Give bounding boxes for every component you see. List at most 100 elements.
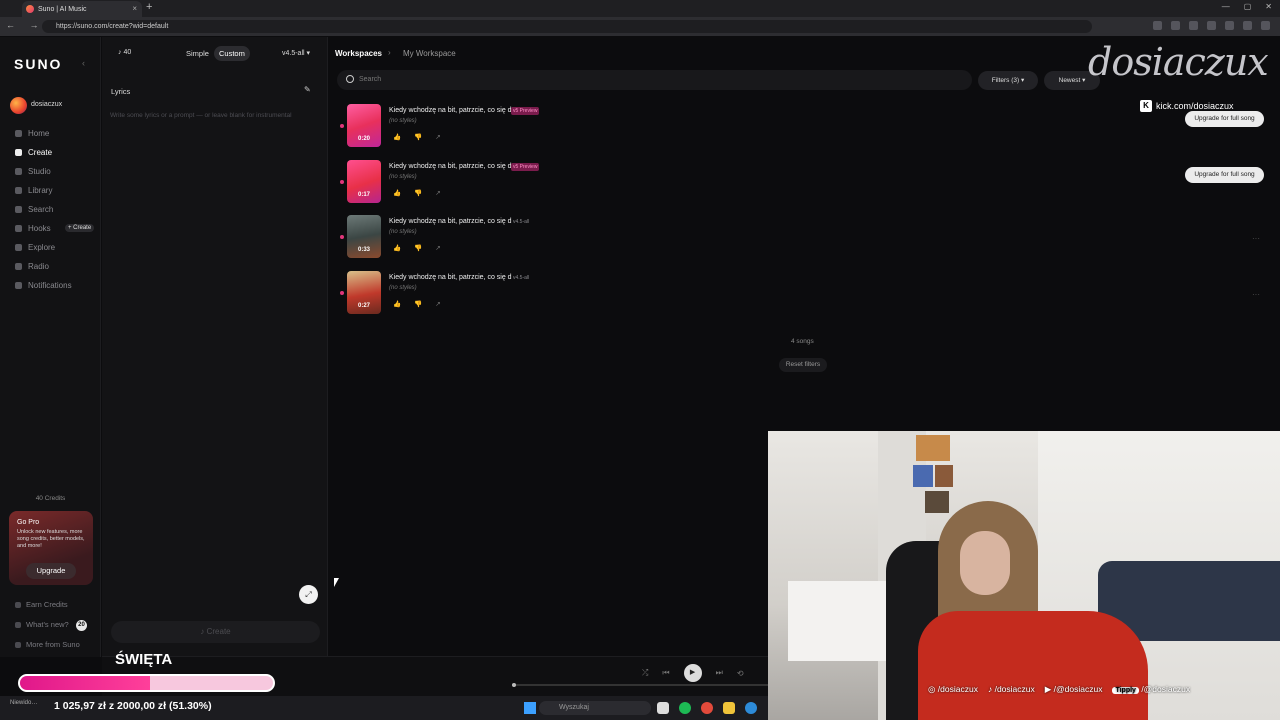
- search-bar[interactable]: Search: [337, 70, 972, 90]
- song-title[interactable]: Kiedy wchodzę na bit, patrzcie, co się d: [389, 274, 512, 281]
- breadcrumb-workspaces[interactable]: Workspaces: [335, 49, 382, 58]
- maximize-icon[interactable]: ▢: [1244, 2, 1252, 11]
- sidebar-item-label: Hooks: [28, 224, 51, 233]
- song-title[interactable]: Kiedy wchodzę na bit, patrzcie, co się d: [389, 107, 512, 114]
- song-row[interactable]: 0:27 Kiedy wchodzę na bit, patrzcie, co …: [340, 271, 1270, 319]
- upgrade-full-song-button[interactable]: Upgrade for full song: [1185, 111, 1264, 127]
- sidebar-item-hooks[interactable]: Hooks: [15, 224, 51, 233]
- whats-new-link[interactable]: What's new?: [15, 620, 69, 629]
- more-options-icon[interactable]: ···: [1252, 290, 1260, 299]
- extension-icon[interactable]: [1171, 21, 1180, 30]
- new-indicator: [340, 235, 344, 239]
- avatar[interactable]: [10, 97, 27, 114]
- song-row[interactable]: 0:17 Kiedy wchodzę na bit, patrzcie, co …: [340, 160, 1270, 208]
- spotify-icon[interactable]: [679, 702, 691, 714]
- extension-icon[interactable]: [1225, 21, 1234, 30]
- new-tab-button[interactable]: +: [146, 1, 152, 13]
- seek-bar[interactable]: [512, 683, 768, 687]
- thumbs-up-icon[interactable]: 👍: [393, 133, 401, 141]
- taskbar-search[interactable]: Wyszukaj: [539, 701, 651, 715]
- reset-filters-button[interactable]: Reset filters: [779, 358, 827, 372]
- sidebar-item-explore[interactable]: Explore: [15, 243, 55, 252]
- mode-custom-tab[interactable]: Custom: [214, 46, 250, 61]
- upgrade-full-song-button[interactable]: Upgrade for full song: [1185, 167, 1264, 183]
- webcam-background: [788, 581, 898, 661]
- lyrics-input[interactable]: Write some lyrics or a prompt — or leave…: [110, 112, 292, 119]
- shuffle-icon[interactable]: ⤮: [642, 668, 648, 678]
- suno-logo[interactable]: SUNO: [14, 56, 62, 72]
- share-icon[interactable]: ↗: [435, 133, 440, 141]
- sidebar-item-notifications[interactable]: Notifications: [15, 281, 72, 290]
- filters-button[interactable]: Filters (3) ▾: [978, 71, 1038, 90]
- webcam-background: [918, 611, 1148, 720]
- extension-icon[interactable]: [1189, 21, 1198, 30]
- thumbs-down-icon[interactable]: 👎: [414, 244, 422, 252]
- next-icon[interactable]: ⏭: [716, 668, 723, 678]
- song-row[interactable]: 0:20 Kiedy wchodzę na bit, patrzcie, co …: [340, 104, 1270, 152]
- seek-handle[interactable]: [512, 683, 516, 687]
- folder-icon[interactable]: [723, 702, 735, 714]
- sidebar-item-create[interactable]: Create: [15, 148, 52, 157]
- explore-icon: [15, 244, 22, 251]
- song-title[interactable]: Kiedy wchodzę na bit, patrzcie, co się d: [389, 163, 512, 170]
- go-pro-title: Go Pro: [17, 519, 40, 526]
- address-bar[interactable]: https://suno.com/create?wid=default: [42, 20, 1092, 33]
- sidebar-item-label: Search: [28, 205, 54, 214]
- kick-link: Kkick.com/dosiaczux: [1140, 100, 1234, 112]
- weather-widget[interactable]: Niewido…: [10, 700, 37, 706]
- sidebar-item-search[interactable]: Search: [15, 205, 53, 214]
- thumbs-down-icon[interactable]: 👎: [414, 300, 422, 308]
- profile-icon[interactable]: [1261, 21, 1270, 30]
- sidebar-item-label: Notifications: [28, 281, 72, 290]
- thumbs-down-icon[interactable]: 👎: [414, 189, 422, 197]
- sidebar-item-radio[interactable]: Radio: [15, 262, 49, 271]
- new-indicator: [340, 124, 344, 128]
- chrome-icon[interactable]: [701, 702, 713, 714]
- mode-simple-tab[interactable]: Simple: [186, 49, 209, 58]
- extension-icon[interactable]: [1243, 21, 1252, 30]
- search-input[interactable]: Search: [359, 76, 381, 83]
- expand-button[interactable]: ⤢: [299, 585, 318, 604]
- thumbs-up-icon[interactable]: 👍: [393, 244, 401, 252]
- thumbs-up-icon[interactable]: 👍: [393, 189, 401, 197]
- song-title[interactable]: Kiedy wchodzę na bit, patrzcie, co się d: [389, 218, 512, 225]
- tab-close-icon[interactable]: ×: [132, 4, 137, 13]
- username[interactable]: dosiaczux: [31, 101, 62, 108]
- more-from-suno-link[interactable]: More from Suno: [15, 640, 80, 649]
- upgrade-button[interactable]: Upgrade: [26, 563, 76, 579]
- extension-icon[interactable]: [1153, 21, 1162, 30]
- share-icon[interactable]: ↗: [435, 244, 440, 252]
- share-icon[interactable]: ↗: [435, 300, 440, 308]
- previous-icon[interactable]: ⏮: [662, 668, 669, 678]
- more-options-icon[interactable]: ···: [1252, 234, 1260, 243]
- model-version-select[interactable]: v4.5-all ▾: [282, 49, 310, 57]
- create-button[interactable]: ♪ Create: [111, 621, 320, 643]
- sidebar-item-studio[interactable]: Studio: [15, 167, 51, 176]
- close-window-icon[interactable]: ✕: [1265, 2, 1272, 11]
- share-icon[interactable]: ↗: [435, 189, 440, 197]
- collapse-sidebar-icon[interactable]: ‹: [82, 58, 85, 68]
- sidebar-item-home[interactable]: Home: [15, 129, 49, 138]
- edge-icon[interactable]: [745, 702, 757, 714]
- song-actions: 👍 👎 ↗: [393, 133, 441, 141]
- play-button[interactable]: ▶: [683, 664, 702, 682]
- hooks-create-button[interactable]: + Create: [65, 224, 95, 232]
- breadcrumb-current[interactable]: My Workspace: [403, 49, 456, 58]
- thumbs-up-icon[interactable]: 👍: [393, 300, 401, 308]
- thumbs-down-icon[interactable]: 👎: [414, 133, 422, 141]
- file-explorer-icon[interactable]: [657, 702, 669, 714]
- minimize-icon[interactable]: —: [1222, 2, 1230, 11]
- song-row[interactable]: 0:33 Kiedy wchodzę na bit, patrzcie, co …: [340, 215, 1270, 263]
- browser-tab[interactable]: Suno | AI Music ×: [22, 1, 142, 17]
- sidebar-item-label: Explore: [28, 243, 56, 252]
- extension-icon[interactable]: [1207, 21, 1216, 30]
- repeat-icon[interactable]: ⟲: [737, 669, 744, 678]
- sidebar-item-label: Library: [28, 186, 53, 195]
- bell-icon: [15, 282, 22, 289]
- magic-wand-icon[interactable]: ✎: [304, 85, 311, 94]
- windows-start-icon[interactable]: [524, 702, 536, 714]
- coin-icon: [15, 601, 21, 608]
- sidebar-item-library[interactable]: Library: [15, 186, 52, 195]
- search-icon: [15, 206, 22, 213]
- earn-credits-link[interactable]: Earn Credits: [15, 600, 68, 609]
